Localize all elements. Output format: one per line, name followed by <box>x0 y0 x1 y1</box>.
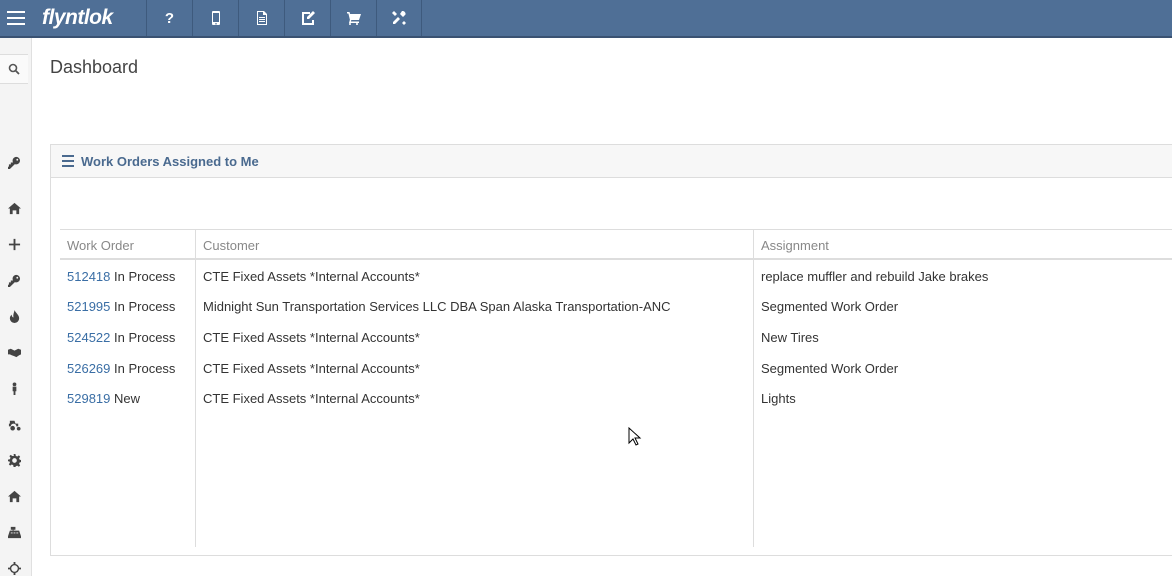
mobile-icon <box>211 11 220 25</box>
help-button[interactable]: ? <box>146 0 192 36</box>
table-row[interactable]: 521995 In Process Midnight Sun Transport… <box>60 299 1172 329</box>
brand-logo[interactable]: flyntlok <box>32 0 146 36</box>
left-sidebar <box>0 38 32 576</box>
hamburger-menu-icon[interactable] <box>0 0 32 36</box>
top-navbar: flyntlok ? <box>0 0 1172 38</box>
panel-header: Work Orders Assigned to Me <box>51 145 1172 178</box>
edit-document-button[interactable] <box>284 0 330 36</box>
sidebar-fire-icon[interactable] <box>6 308 22 324</box>
panel-title: Work Orders Assigned to Me <box>81 153 259 169</box>
table-row[interactable]: 526269 In Process CTE Fixed Assets *Inte… <box>60 361 1172 391</box>
table-header: Work Order Customer Assignment <box>60 229 1172 260</box>
edit-document-icon <box>301 11 315 25</box>
sidebar-key-icon[interactable] <box>6 154 22 170</box>
assignment-cell: New Tires <box>761 330 819 345</box>
table-row[interactable]: 512418 In Process CTE Fixed Assets *Inte… <box>60 269 1172 299</box>
column-header-customer[interactable]: Customer <box>203 238 259 253</box>
customer-cell: CTE Fixed Assets *Internal Accounts* <box>203 361 420 376</box>
panel-menu-icon[interactable] <box>62 155 74 167</box>
cart-icon <box>346 12 361 25</box>
sidebar-home-icon[interactable] <box>6 200 22 216</box>
tools-button[interactable] <box>376 0 422 36</box>
document-button[interactable] <box>238 0 284 36</box>
sidebar-handshake-icon[interactable] <box>6 344 22 360</box>
customer-cell: CTE Fixed Assets *Internal Accounts* <box>203 330 420 345</box>
work-order-link[interactable]: 521995 <box>67 299 110 314</box>
mouse-cursor-icon <box>628 427 642 446</box>
work-order-link[interactable]: 524522 <box>67 330 110 345</box>
document-icon <box>256 11 267 25</box>
work-order-link[interactable]: 529819 <box>67 391 110 406</box>
assignment-cell: Lights <box>761 391 796 406</box>
work-order-link[interactable]: 512418 <box>67 269 110 284</box>
sidebar-gear-icon[interactable] <box>6 452 22 468</box>
table-row[interactable]: 524522 In Process CTE Fixed Assets *Inte… <box>60 330 1172 360</box>
sidebar-home-icon-2[interactable] <box>6 488 22 504</box>
cart-button[interactable] <box>330 0 376 36</box>
sidebar-person-icon[interactable] <box>6 380 22 396</box>
sidebar-key-icon-2[interactable] <box>6 272 22 288</box>
work-order-status: New <box>114 391 141 406</box>
column-header-assignment[interactable]: Assignment <box>761 238 829 253</box>
column-header-work-order[interactable]: Work Order <box>67 238 134 253</box>
work-order-status: In Process <box>114 269 176 284</box>
sidebar-search-button[interactable] <box>0 54 28 84</box>
sidebar-crosshair-icon[interactable] <box>6 560 22 576</box>
work-order-link[interactable]: 526269 <box>67 361 110 376</box>
sidebar-plus-icon[interactable] <box>6 236 22 252</box>
table-row[interactable]: 529819 New CTE Fixed Assets *Internal Ac… <box>60 391 1172 421</box>
assignment-cell: Segmented Work Order <box>761 299 899 314</box>
sidebar-cash-register-icon[interactable] <box>6 524 22 540</box>
assignment-cell: Segmented Work Order <box>761 361 899 376</box>
page-title: Dashboard <box>50 57 139 77</box>
work-orders-table: Work Order Customer Assignment 512418 In… <box>60 229 1172 547</box>
customer-cell: CTE Fixed Assets *Internal Accounts* <box>203 391 420 406</box>
work-order-status: In Process <box>114 299 176 314</box>
assignment-cell: replace muffler and rebuild Jake brakes <box>761 269 989 284</box>
customer-cell: CTE Fixed Assets *Internal Accounts* <box>203 269 420 284</box>
search-icon <box>8 63 20 75</box>
sidebar-tractor-icon[interactable] <box>6 416 22 432</box>
help-icon: ? <box>164 9 175 27</box>
customer-cell: Midnight Sun Transportation Services LLC… <box>203 299 671 314</box>
mobile-button[interactable] <box>192 0 238 36</box>
work-order-status: In Process <box>114 330 176 345</box>
tools-icon <box>392 11 406 25</box>
work-orders-panel: Work Orders Assigned to Me Work Order Cu… <box>50 144 1172 556</box>
work-order-status: In Process <box>114 361 176 376</box>
